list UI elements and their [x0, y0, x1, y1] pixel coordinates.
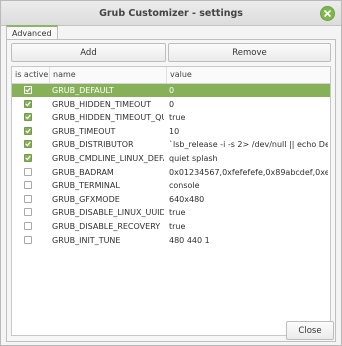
setting-value[interactable]: true — [169, 220, 328, 233]
setting-value[interactable]: 0 — [169, 98, 328, 111]
check-icon — [25, 128, 31, 134]
setting-name: GRUB_DISABLE_RECOVERY — [52, 222, 161, 231]
is-active-checkbox[interactable] — [24, 235, 32, 244]
is-active-checkbox[interactable] — [24, 194, 32, 203]
table-row[interactable]: GRUB_DISABLE_RECOVERY true — [12, 220, 330, 233]
column-header-is-active[interactable]: is active — [12, 67, 49, 83]
remove-button[interactable]: Remove — [168, 43, 331, 62]
setting-value[interactable]: 10 — [169, 125, 328, 138]
is-active-checkbox[interactable] — [24, 154, 32, 162]
table-row[interactable]: GRUB_TIMEOUT 10 — [12, 125, 330, 138]
table-row[interactable]: GRUB_HIDDEN_TIMEOUT_QUIET true — [12, 111, 330, 124]
table-row[interactable]: GRUB_GFXMODE 640x480 — [12, 193, 330, 206]
is-active-checkbox[interactable] — [24, 140, 32, 149]
check-icon — [25, 155, 31, 161]
check-icon — [25, 114, 31, 120]
close-icon — [324, 10, 331, 17]
is-active-checkbox[interactable] — [24, 208, 32, 217]
title-bar[interactable]: Grub Customizer - settings — [1, 1, 341, 26]
setting-name: GRUB_BADRAM — [52, 167, 114, 177]
table-row[interactable]: GRUB_HIDDEN_TIMEOUT 0 — [12, 98, 330, 111]
setting-name: GRUB_TIMEOUT — [52, 126, 116, 136]
setting-name: GRUB_DEFAULT — [52, 86, 114, 95]
setting-value[interactable]: `lsb_release -i -s 2> /dev/null || echo … — [169, 138, 328, 151]
setting-name: GRUB_TERMINAL — [52, 181, 120, 191]
check-icon — [25, 87, 31, 93]
settings-window: Grub Customizer - settings Advanced Add … — [0, 0, 342, 346]
table-row[interactable]: GRUB_DISTRIBUTOR `lsb_release -i -s 2> /d… — [12, 138, 330, 151]
table-row[interactable]: GRUB_DEFAULT 0 — [12, 84, 330, 97]
add-button[interactable]: Add — [11, 43, 166, 62]
is-active-checkbox[interactable] — [24, 99, 32, 108]
window-close-button[interactable] — [320, 6, 335, 21]
add-button-label: Add — [80, 47, 97, 58]
setting-value[interactable]: true — [169, 206, 328, 219]
is-active-checkbox[interactable] — [24, 113, 32, 122]
table-header: is active name value — [12, 67, 330, 84]
tab-advanced[interactable]: Advanced — [6, 25, 58, 40]
column-header-name[interactable]: name — [49, 67, 166, 83]
setting-value[interactable]: 0x01234567,0xfefefefe,0x89abcdef,0xefefe… — [169, 166, 328, 179]
table-row[interactable]: GRUB_CMDLINE_LINUX_DEFAULT quiet splash — [12, 152, 330, 165]
is-active-checkbox[interactable] — [24, 167, 32, 176]
setting-name: GRUB_HIDDEN_TIMEOUT — [52, 99, 152, 109]
close-button-label: Close — [298, 325, 322, 336]
table-row[interactable]: GRUB_DISABLE_LINUX_UUID true — [12, 206, 330, 219]
setting-value[interactable]: 640x480 — [169, 193, 328, 206]
setting-name: GRUB_GFXMODE — [52, 194, 120, 204]
close-button[interactable]: Close — [286, 321, 334, 340]
advanced-panel: Add Remove is active name value GRUB_DEF… — [6, 39, 336, 342]
is-active-checkbox[interactable] — [24, 181, 32, 190]
check-icon — [25, 142, 31, 147]
remove-button-label: Remove — [232, 47, 267, 58]
setting-name: GRUB_INIT_TUNE — [52, 235, 121, 245]
setting-value[interactable]: 0 — [169, 84, 328, 97]
setting-value[interactable]: true — [169, 111, 328, 124]
tab-advanced-label: Advanced — [12, 29, 52, 38]
setting-value[interactable]: 480 440 1 — [169, 234, 328, 247]
column-header-value[interactable]: value — [166, 67, 330, 83]
is-active-checkbox[interactable] — [24, 86, 32, 94]
window-title: Grub Customizer - settings — [99, 7, 243, 19]
setting-name: GRUB_DISTRIBUTOR — [52, 140, 134, 150]
setting-name: GRUB_HIDDEN_TIMEOUT_QUIET — [52, 113, 164, 123]
setting-name: GRUB_CMDLINE_LINUX_DEFAULT — [52, 154, 164, 163]
setting-name: GRUB_DISABLE_LINUX_UUID — [52, 208, 164, 218]
settings-table[interactable]: is active name value GRUB_DEFAULT 0 GRUB_H… — [11, 66, 331, 336]
table-row[interactable]: GRUB_TERMINAL console — [12, 179, 330, 192]
setting-value[interactable]: console — [169, 179, 328, 192]
is-active-checkbox[interactable] — [24, 126, 32, 135]
tab-bar: Advanced — [6, 25, 58, 40]
is-active-checkbox[interactable] — [24, 222, 32, 230]
setting-value[interactable]: quiet splash — [169, 152, 328, 165]
check-icon — [25, 101, 31, 107]
table-row[interactable]: GRUB_INIT_TUNE 480 440 1 — [12, 234, 330, 247]
table-row[interactable]: GRUB_BADRAM 0x01234567,0xfefefefe,0x89abc… — [12, 166, 330, 179]
